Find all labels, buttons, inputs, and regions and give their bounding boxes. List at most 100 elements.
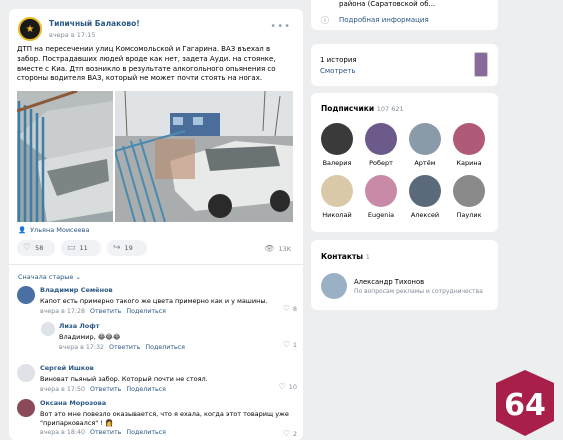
comment-button[interactable]: ▭ 11	[61, 240, 101, 256]
story-thumbnail[interactable]	[474, 52, 488, 77]
reply-link[interactable]: Ответить	[90, 308, 121, 315]
subscriber-avatar	[321, 123, 353, 155]
post-header: ★ Типичный Балаково! вчера в 17:15	[18, 17, 140, 41]
views-count: 13K	[278, 244, 291, 253]
subscriber-item[interactable]: Алексей	[405, 175, 445, 219]
contact-role: По вопросам рекламы и сотрудничества	[354, 288, 483, 295]
comments-sort-dropdown[interactable]: Сначала старые ⌄	[18, 273, 81, 281]
reply-link[interactable]: Ответить	[90, 429, 121, 436]
post-actions: ♡ 58 ▭ 11 ↪ 19 👁 13K	[17, 240, 295, 258]
post-text: ДТП на пересечении улиц Комсомольской и …	[17, 45, 276, 83]
views-counter: 👁 13K	[264, 244, 291, 253]
more-options-icon[interactable]: •••	[270, 21, 291, 32]
group-avatar[interactable]: ★	[18, 17, 42, 41]
subscriber-item[interactable]: Артём	[405, 123, 445, 167]
subscriber-avatar	[409, 175, 441, 207]
post-photos	[17, 91, 293, 222]
like-button[interactable]: ♡ 58	[17, 240, 55, 256]
contacts-title[interactable]: Контакты 1	[321, 252, 370, 261]
contact-name[interactable]: Александр Тихонов	[354, 278, 424, 286]
subscriber-item[interactable]: Eugenia	[361, 175, 401, 219]
comment-time[interactable]: вчера в 17:28	[40, 308, 85, 315]
contacts-count: 1	[365, 253, 370, 261]
logo-text: 64	[504, 388, 546, 423]
stories-count: 1 история	[320, 56, 357, 64]
group-name-link[interactable]: Типичный Балаково!	[49, 19, 140, 28]
subscriber-avatar	[453, 175, 485, 207]
subscriber-name: Паулик	[456, 211, 482, 219]
info-text: района (Саратовской об...	[339, 0, 436, 8]
subscriber-item[interactable]: Паулик	[449, 175, 489, 219]
share-count: 19	[124, 244, 133, 252]
comment-like-button[interactable]: ♡ 8	[283, 304, 297, 313]
commenter-avatar[interactable]	[17, 364, 35, 382]
subscriber-item[interactable]: Николай	[317, 175, 357, 219]
commenter-name[interactable]: Оксана Морозова	[40, 399, 295, 407]
share-link[interactable]: Поделиться	[126, 386, 166, 393]
divider	[9, 264, 303, 265]
comment-icon: ▭	[67, 243, 76, 253]
subscriber-avatar	[453, 123, 485, 155]
commenter-name[interactable]: Лиза Лофт	[59, 322, 295, 330]
subscriber-avatar	[409, 123, 441, 155]
comment-text: Владимир, 😂😂😂	[59, 333, 121, 341]
subscribers-title[interactable]: Подписчики 107 621	[321, 104, 404, 113]
contact-avatar[interactable]	[321, 273, 347, 299]
commenter-avatar[interactable]	[17, 399, 35, 417]
post-time[interactable]: вчера в 17:15	[49, 31, 140, 39]
commenter-name[interactable]: Сергей Ишков	[40, 364, 295, 372]
share-button[interactable]: ↪ 19	[107, 240, 147, 256]
share-link[interactable]: Поделиться	[126, 429, 166, 436]
photo-author[interactable]: 👤 Ульяна Моисеева	[18, 226, 89, 234]
subscribers-count: 107 621	[376, 105, 404, 113]
subscriber-name: Артём	[414, 159, 436, 167]
subscriber-name: Алексей	[410, 211, 440, 219]
subscribers-title-text: Подписчики	[321, 104, 375, 113]
post-photo-2[interactable]	[115, 91, 293, 222]
more-info-link[interactable]: Подробная информация	[339, 16, 429, 24]
subscriber-item[interactable]: Карина	[449, 123, 489, 167]
comment-time[interactable]: вчера в 17:50	[40, 386, 85, 393]
subscriber-name: Eugenia	[367, 211, 395, 219]
eye-icon: 👁	[264, 244, 275, 253]
comment-time[interactable]: вчера в 18:40	[40, 429, 85, 436]
comment-count: 11	[79, 244, 88, 252]
channel-64-logo: 64	[494, 369, 556, 437]
heart-icon: ♡	[282, 304, 290, 313]
author-name: Ульяна Моисеева	[30, 226, 90, 234]
reply-link[interactable]: Ответить	[109, 344, 140, 351]
heart-icon: ♡	[23, 243, 32, 253]
comment-text: Капот есть примерно такого же цвета прим…	[40, 297, 268, 305]
comment-like-button[interactable]: ♡ 10	[279, 382, 297, 391]
comment-like-button[interactable]: ♡ 1	[283, 340, 297, 349]
comment-text: Вот это мне повезло оказывается, что я е…	[40, 410, 289, 427]
author-icon: 👤	[18, 226, 27, 234]
share-link[interactable]: Поделиться	[145, 344, 185, 351]
comment-like-button[interactable]: ♡ 2	[283, 429, 297, 438]
like-count: 58	[35, 244, 44, 252]
stories-card: 1 история Смотреть	[311, 44, 498, 86]
subscriber-item[interactable]: Валерия	[317, 123, 357, 167]
commenter-avatar[interactable]	[17, 286, 35, 304]
heart-icon: ♡	[278, 382, 286, 391]
contacts-card: Контакты 1 Александр Тихонов По вопросам…	[311, 240, 498, 310]
share-link[interactable]: Поделиться	[126, 308, 166, 315]
subscriber-name: Роберт	[369, 159, 393, 167]
stories-view-link[interactable]: Смотреть	[320, 67, 355, 75]
heart-icon: ♡	[282, 340, 290, 349]
subscriber-name: Карина	[456, 159, 482, 167]
subscriber-name: Николай	[322, 211, 352, 219]
subscriber-avatar	[365, 175, 397, 207]
subscriber-name: Валерия	[322, 159, 352, 167]
info-icon: ⓘ	[321, 16, 329, 25]
commenter-avatar[interactable]	[41, 322, 55, 336]
post-photo-1[interactable]	[17, 91, 113, 222]
subscriber-avatar	[365, 123, 397, 155]
contacts-title-text: Контакты	[321, 252, 364, 261]
reply-link[interactable]: Ответить	[90, 386, 121, 393]
commenter-name[interactable]: Владимир Семёнов	[40, 286, 295, 294]
subscriber-item[interactable]: Роберт	[361, 123, 401, 167]
share-icon: ↪	[113, 243, 121, 253]
subscribers-card: Подписчики 107 621 Валерия Роберт Артём Кар…	[311, 93, 498, 232]
comment-time[interactable]: вчера в 17:32	[59, 344, 104, 351]
